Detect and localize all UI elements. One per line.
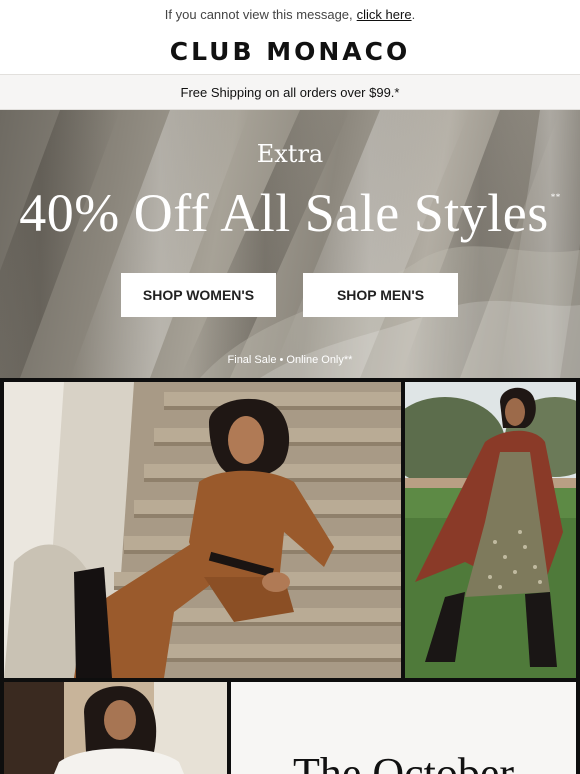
feature-title: The October [292, 749, 515, 774]
preheader: If you cannot view this message, click h… [0, 0, 580, 28]
image-grid: The October [0, 378, 580, 774]
editorial-feature-card[interactable]: The October [231, 682, 576, 774]
hero-banner[interactable]: Extra 40% Off All Sale Styles ** SHOP WOM… [0, 110, 580, 378]
hero-fine-print: Final Sale • Online Only** [227, 354, 353, 366]
womens-sweater-dress-image[interactable] [4, 382, 401, 678]
hero-eyebrow: Extra [256, 140, 324, 168]
preheader-text: If you cannot view this message, [164, 6, 353, 22]
shipping-banner: Free Shipping on all orders over $99.* [0, 74, 580, 110]
hero-headline-mark: ** [550, 192, 561, 202]
womens-cape-outfit-image[interactable] [405, 382, 576, 678]
brand-logo[interactable]: CLUB MONACO [0, 28, 580, 74]
preheader-period: . [411, 6, 416, 22]
hero-headline: 40% Off All Sale Styles ** [0, 182, 580, 244]
womens-portrait-image[interactable] [4, 682, 227, 774]
hero-headline-text: 40% Off All Sale Styles [19, 183, 549, 243]
view-in-browser-link[interactable]: click here [357, 7, 412, 22]
shop-mens-button[interactable]: SHOP MEN'S [303, 273, 458, 317]
shop-womens-button[interactable]: SHOP WOMEN'S [121, 273, 276, 317]
shipping-text: Free Shipping on all orders over $99.* [180, 84, 400, 100]
